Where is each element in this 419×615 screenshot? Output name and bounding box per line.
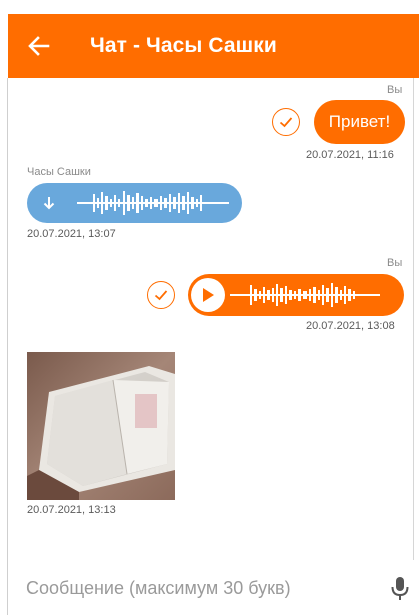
app-bar: Чат - Часы Сашки bbox=[8, 14, 419, 78]
check-circle-icon bbox=[272, 108, 300, 136]
sender-label: Вы bbox=[387, 84, 403, 96]
voice-message-incoming[interactable] bbox=[27, 183, 242, 223]
chat-title: Чат - Часы Сашки bbox=[90, 34, 277, 57]
voice-message-outgoing[interactable] bbox=[188, 274, 404, 316]
message-composer bbox=[8, 560, 414, 615]
microphone-icon[interactable] bbox=[390, 576, 410, 602]
sender-label: Часы Сашки bbox=[27, 166, 91, 178]
arrow-left-icon bbox=[28, 36, 50, 56]
message-bubble-text[interactable]: Привет! bbox=[314, 100, 405, 144]
play-icon bbox=[203, 288, 214, 302]
check-circle-icon bbox=[147, 281, 175, 309]
message-timestamp: 20.07.2021, 13:08 bbox=[306, 320, 395, 332]
waveform-outgoing bbox=[230, 283, 380, 307]
left-divider bbox=[7, 78, 8, 615]
book-photo bbox=[27, 352, 175, 500]
message-timestamp: 20.07.2021, 13:13 bbox=[27, 504, 116, 516]
message-timestamp: 20.07.2021, 11:16 bbox=[306, 149, 394, 161]
message-input[interactable] bbox=[26, 572, 366, 604]
message-text: Привет! bbox=[328, 112, 391, 131]
right-divider bbox=[413, 78, 414, 615]
download-icon[interactable] bbox=[39, 193, 59, 213]
message-timestamp: 20.07.2021, 13:07 bbox=[27, 228, 116, 240]
back-button[interactable] bbox=[8, 14, 70, 78]
sender-label: Вы bbox=[387, 257, 403, 269]
play-button[interactable] bbox=[191, 278, 225, 312]
image-message-thumbnail[interactable] bbox=[27, 352, 175, 500]
waveform-incoming bbox=[77, 191, 229, 215]
